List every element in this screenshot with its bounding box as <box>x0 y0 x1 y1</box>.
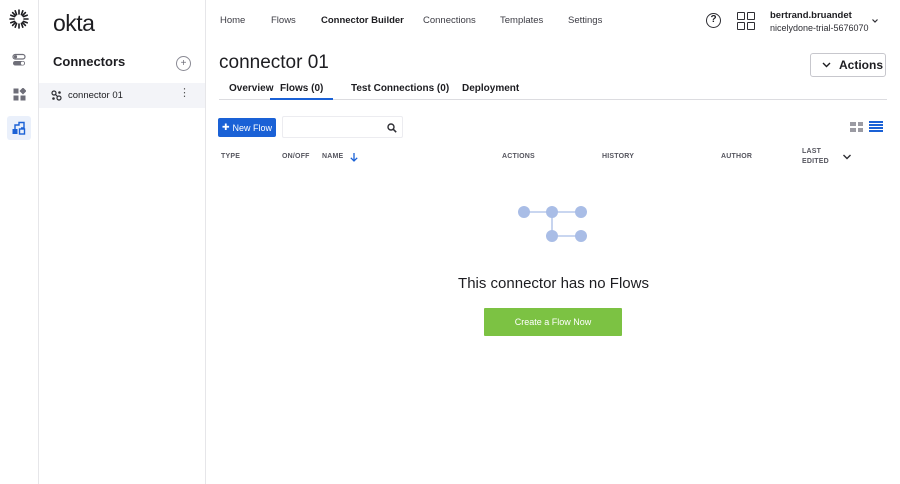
nav-home[interactable]: Home <box>220 15 245 26</box>
rail-connector-builder-button[interactable] <box>7 116 31 140</box>
apps-grid-icon <box>13 87 26 100</box>
app-switcher-icon[interactable] <box>737 12 755 30</box>
plus-icon: ✚ <box>221 122 230 132</box>
actions-button[interactable]: Actions <box>810 53 886 77</box>
connector-list-item[interactable]: connector 01 ⋮ <box>39 83 205 108</box>
tab-test-connections[interactable]: Test Connections (0) <box>351 83 449 100</box>
column-header-last-edited-line1[interactable]: LAST <box>802 148 821 155</box>
nav-templates[interactable]: Templates <box>500 15 543 26</box>
okta-sunburst-logo-icon[interactable] <box>9 9 29 29</box>
top-navigation: Home Flows Connector Builder Connections… <box>207 0 900 44</box>
column-header-author[interactable]: AUTHOR <box>721 153 752 160</box>
nav-flows[interactable]: Flows <box>271 15 296 26</box>
nav-settings[interactable]: Settings <box>568 15 602 26</box>
connectors-panel: okta Connectors + connector 01 ⋮ <box>39 0 206 484</box>
tab-flows[interactable]: Flows (0) <box>270 83 334 100</box>
column-header-actions[interactable]: ACTIONS <box>502 153 535 160</box>
user-org[interactable]: nicelydone-trial-5676070 <box>770 23 869 33</box>
column-header-history[interactable]: HISTORY <box>602 153 634 160</box>
column-header-type[interactable]: TYPE <box>221 153 240 160</box>
column-header-name[interactable]: NAME <box>322 153 343 160</box>
column-header-on-off[interactable]: ON/OFF <box>282 153 310 160</box>
chevron-down-icon[interactable] <box>842 153 852 161</box>
chevron-down-icon <box>822 62 831 68</box>
rail-flows-button[interactable] <box>7 48 31 72</box>
list-view-icon[interactable] <box>869 121 883 132</box>
add-connector-button[interactable]: + <box>176 56 191 71</box>
search-icon[interactable] <box>387 123 397 133</box>
empty-state-message: This connector has no Flows <box>458 275 649 292</box>
left-rail <box>0 0 39 484</box>
connector-more-menu-button[interactable]: ⋮ <box>179 88 190 99</box>
connectors-title: Connectors <box>53 54 126 69</box>
okta-wordmark: okta <box>53 10 95 36</box>
chevron-down-icon[interactable] <box>871 17 879 25</box>
main-content: connector 01 Actions Overview Flows (0) … <box>207 44 900 484</box>
tab-overview[interactable]: Overview <box>229 83 273 100</box>
toggles-icon <box>12 53 26 66</box>
empty-flows-illustration-icon <box>518 206 587 242</box>
sort-arrow-down-icon[interactable] <box>349 152 359 162</box>
connector-gear-icon <box>51 90 62 101</box>
nav-connector-builder[interactable]: Connector Builder <box>321 15 404 26</box>
page-title: connector 01 <box>219 52 329 73</box>
connector-builder-icon <box>12 121 26 135</box>
app: okta Connectors + connector 01 ⋮ Home Fl… <box>0 0 900 484</box>
user-name[interactable]: bertrand.bruandet <box>770 10 852 21</box>
actions-label: Actions <box>839 58 884 72</box>
help-icon[interactable]: ? <box>706 13 721 28</box>
connector-item-label: connector 01 <box>68 90 123 101</box>
tab-bar: Overview Flows (0) Test Connections (0) … <box>219 78 887 100</box>
create-flow-button[interactable]: Create a Flow Now <box>484 308 622 336</box>
tab-deployment[interactable]: Deployment <box>462 83 519 100</box>
search-input[interactable] <box>282 116 403 138</box>
column-header-last-edited-line2[interactable]: EDITED <box>802 158 829 165</box>
nav-connections[interactable]: Connections <box>423 15 476 26</box>
rail-templates-button[interactable] <box>7 82 31 106</box>
new-flow-button[interactable]: ✚ New Flow <box>218 118 276 137</box>
new-flow-label: New Flow <box>232 122 273 133</box>
tile-view-icon[interactable] <box>850 122 863 132</box>
